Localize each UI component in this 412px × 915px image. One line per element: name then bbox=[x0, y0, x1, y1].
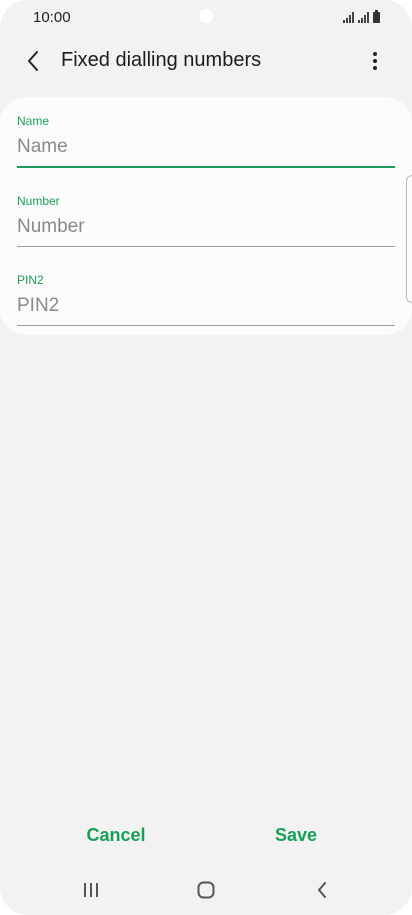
back-icon bbox=[318, 882, 326, 898]
system-back-button[interactable] bbox=[302, 876, 342, 904]
pin2-underline bbox=[17, 325, 395, 326]
pin2-input[interactable] bbox=[17, 291, 395, 321]
page-title: Fixed dialling numbers bbox=[61, 49, 262, 71]
navigation-bar bbox=[0, 866, 412, 915]
name-input[interactable] bbox=[17, 132, 395, 162]
home-button[interactable] bbox=[186, 876, 226, 904]
home-icon bbox=[197, 881, 215, 899]
number-field: Number bbox=[17, 194, 395, 264]
number-input[interactable] bbox=[17, 212, 395, 242]
name-field: Name bbox=[17, 114, 395, 184]
number-label: Number bbox=[17, 194, 60, 208]
back-button[interactable] bbox=[18, 46, 48, 76]
fdn-form-card: Name Number PIN2 bbox=[0, 97, 412, 335]
name-label: Name bbox=[17, 114, 50, 128]
chevron-left-icon bbox=[28, 51, 38, 71]
battery-icon bbox=[373, 10, 380, 23]
pin2-label: PIN2 bbox=[17, 273, 44, 287]
more-vertical-icon bbox=[373, 52, 377, 70]
status-time: 10:00 bbox=[33, 9, 71, 26]
pin2-field: PIN2 bbox=[17, 273, 395, 343]
cancel-button[interactable]: Cancel bbox=[66, 818, 166, 852]
signal-icon bbox=[358, 12, 369, 23]
save-button[interactable]: Save bbox=[246, 818, 346, 852]
scrollbar[interactable] bbox=[406, 175, 412, 303]
camera-cutout bbox=[199, 9, 213, 23]
name-underline bbox=[17, 166, 395, 168]
recents-button[interactable] bbox=[71, 876, 111, 904]
number-underline bbox=[17, 246, 395, 247]
app-header: Fixed dialling numbers bbox=[0, 36, 412, 86]
status-bar: 10:00 bbox=[0, 0, 412, 36]
recents-icon bbox=[84, 883, 98, 897]
more-options-button[interactable] bbox=[360, 46, 390, 76]
status-icons bbox=[343, 10, 380, 23]
phone-screen: 10:00 Fixed dialling numbers Name Name N… bbox=[0, 0, 412, 915]
signal-icon bbox=[343, 12, 354, 23]
